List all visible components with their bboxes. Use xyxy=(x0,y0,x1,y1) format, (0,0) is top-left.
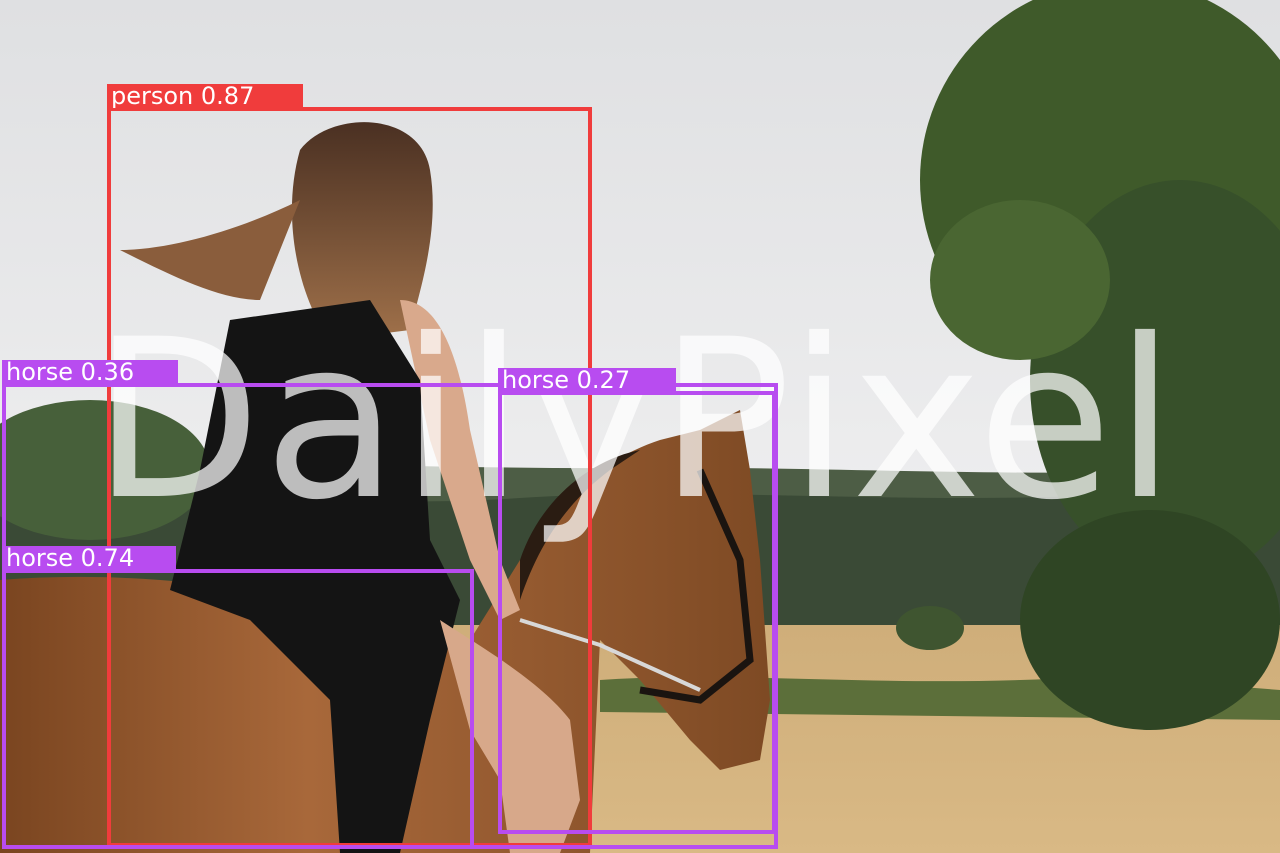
detection-label-horse-a: horse 0.36 xyxy=(2,360,178,384)
detection-label-person: person 0.87 xyxy=(107,84,303,108)
small-bush xyxy=(896,606,964,650)
detection-box-horse-c xyxy=(2,569,474,849)
detection-box-horse-b xyxy=(498,391,776,834)
detection-label-horse-c: horse 0.74 xyxy=(2,546,176,570)
detection-label-horse-b: horse 0.27 xyxy=(498,368,676,392)
